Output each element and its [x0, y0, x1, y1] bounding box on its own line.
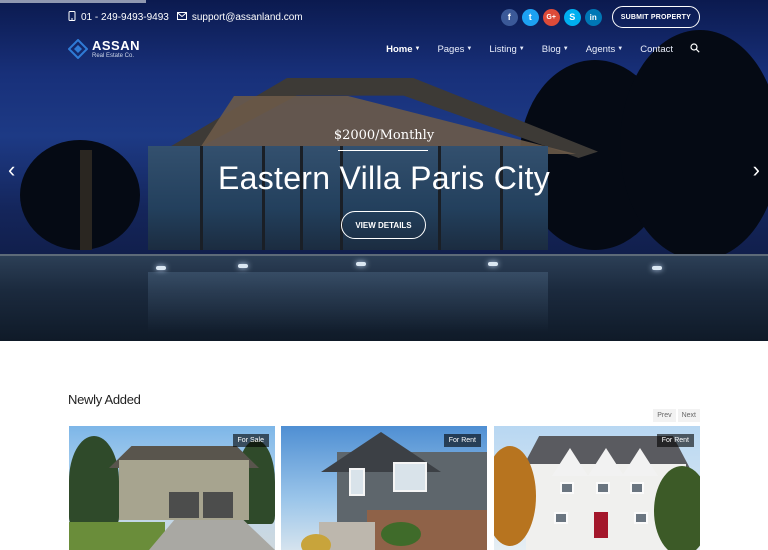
background-tree — [620, 30, 768, 260]
facebook-icon[interactable]: f — [500, 8, 518, 26]
skype-icon[interactable]: S — [563, 8, 581, 26]
nav-item-label: Pages — [437, 43, 465, 55]
slide-price: $2000/Monthly — [333, 128, 435, 143]
photo-window — [630, 482, 644, 494]
nav-item-label: Home — [386, 43, 413, 55]
pool-light — [488, 262, 498, 266]
submit-property-button[interactable]: SUBMIT PROPERTY — [611, 6, 700, 28]
logo-diamond-icon — [67, 38, 89, 60]
photo-window — [634, 512, 648, 524]
nav-item-label: Listing — [489, 43, 517, 55]
caret-down-icon: ▼ — [617, 45, 624, 52]
photo-bush — [301, 534, 331, 550]
carousel-pager: Prev Next — [653, 409, 700, 422]
photo-door — [594, 512, 608, 538]
envelope-icon — [176, 11, 187, 23]
chevron-left-icon[interactable]: ‹ — [8, 159, 15, 181]
nav-item-listing[interactable]: Listing ▼ — [489, 44, 524, 55]
next-button[interactable]: Next — [677, 409, 700, 422]
prev-button[interactable]: Prev — [653, 409, 676, 422]
nav-item-label: Agents — [585, 43, 616, 55]
status-badge: For Rent — [443, 434, 481, 447]
view-details-button[interactable]: VIEW DETAILS — [341, 211, 426, 239]
photo-window — [393, 462, 427, 492]
nav-item-agents[interactable]: Agents ▼ — [586, 44, 624, 55]
status-badge: For Sale — [232, 434, 269, 447]
logo-tagline: Real Estate Co. — [92, 52, 135, 59]
nav-item-pages[interactable]: Pages ▼ — [437, 44, 472, 55]
property-card[interactable]: For Rent — [281, 426, 487, 550]
nav-item-contact[interactable]: Contact — [640, 44, 673, 55]
social-links: f t G+ S in SUBMIT PROPERTY — [500, 6, 700, 28]
price-underline — [338, 150, 428, 151]
google-plus-icon[interactable]: G+ — [542, 8, 560, 26]
photo-bush — [381, 522, 421, 546]
nav-item-blog[interactable]: Blog ▼ — [542, 44, 569, 55]
chevron-right-icon[interactable]: › — [753, 159, 760, 181]
top-bar: 01 - 249-9493-9493 support@assanland.com… — [68, 6, 700, 28]
email-contact[interactable]: support@assanland.com — [176, 11, 303, 23]
status-badge: For Rent — [656, 434, 694, 447]
nav-item-home[interactable]: Home ▼ — [386, 44, 420, 55]
caret-down-icon: ▼ — [562, 45, 569, 52]
caret-down-icon: ▼ — [414, 45, 421, 52]
hero-slider: 01 - 249-9493-9493 support@assanland.com… — [0, 0, 768, 341]
search-icon[interactable] — [690, 42, 700, 56]
pool-light — [238, 264, 248, 268]
photo-garage — [203, 492, 233, 518]
property-card[interactable]: For Rent — [494, 426, 700, 550]
pool-light — [356, 262, 366, 266]
caret-down-icon: ▼ — [466, 45, 473, 52]
pool-light — [652, 266, 662, 270]
main-navbar: ASSAN Real Estate Co. Home ▼ Pages ▼ Listi… — [67, 36, 700, 62]
logo[interactable]: ASSAN Real Estate Co. — [67, 37, 141, 60]
email-address: support@assanland.com — [191, 11, 303, 23]
caret-down-icon: ▼ — [518, 45, 525, 52]
phone-contact[interactable]: 01 - 249-9493-9493 — [68, 10, 169, 24]
photo-window — [554, 512, 568, 524]
nav-menu: Home ▼ Pages ▼ Listing ▼ Blog ▼ Agents ▼ Cont… — [386, 42, 700, 56]
slider-progress-bar — [0, 0, 146, 3]
pool-reflection — [148, 272, 548, 332]
photo-tree — [69, 436, 119, 526]
pool-light — [156, 266, 166, 270]
phone-number: 01 - 249-9493-9493 — [81, 11, 169, 23]
logo-name: ASSAN — [92, 37, 141, 53]
nav-item-label: Blog — [541, 43, 561, 55]
photo-garage — [169, 492, 199, 518]
photo-window — [596, 482, 610, 494]
photo-lawn — [69, 522, 165, 550]
section-title: Newly Added — [68, 392, 141, 407]
photo-window — [349, 468, 365, 496]
phone-icon — [68, 10, 76, 24]
twitter-icon[interactable]: t — [521, 8, 539, 26]
photo-window — [560, 482, 574, 494]
slide-title: Eastern Villa Paris City — [217, 160, 551, 196]
property-card[interactable]: For Sale — [69, 426, 275, 550]
linkedin-icon[interactable]: in — [584, 8, 602, 26]
